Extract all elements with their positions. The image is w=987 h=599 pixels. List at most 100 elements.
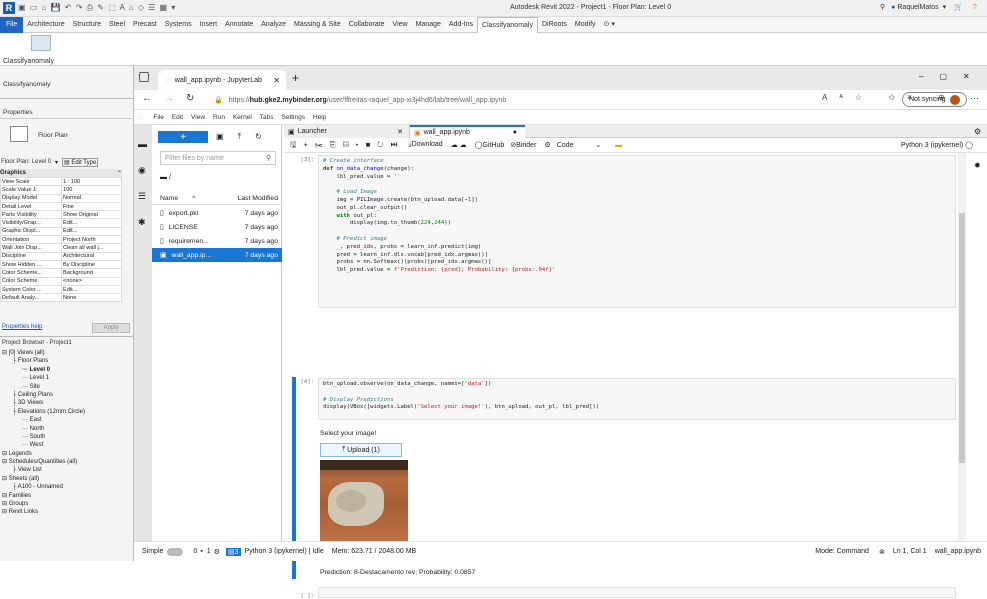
tree-item[interactable]: ├ View List bbox=[2, 466, 132, 474]
ribbon-tab[interactable]: Add-Ins bbox=[445, 17, 477, 33]
property-row[interactable]: Detail Level Fine bbox=[0, 201, 122, 212]
property-value[interactable]: By Discipline bbox=[61, 259, 122, 270]
code-cell-3[interactable]: # Create interface def on_data_change(ch… bbox=[318, 155, 956, 308]
revit-logo-icon[interactable]: R bbox=[3, 2, 15, 14]
tree-node-icon[interactable]: ··· bbox=[22, 426, 30, 432]
property-row[interactable]: Default Analy... None bbox=[0, 293, 122, 303]
filter-input[interactable]: Filter files by name ⚲ bbox=[160, 151, 276, 165]
empty-code-cell[interactable] bbox=[318, 587, 956, 598]
cursor-position[interactable]: Ln 1, Col 1 bbox=[893, 548, 927, 555]
tree-item[interactable]: ├ Elevations (12mm Circle) bbox=[2, 408, 132, 416]
folder-icon[interactable]: ▬ bbox=[138, 139, 147, 149]
new-tab-icon[interactable]: + bbox=[292, 71, 299, 85]
property-value[interactable]: Clean all wall j... bbox=[61, 243, 122, 253]
tree-item[interactable]: ··· Site bbox=[2, 383, 132, 391]
menu-item[interactable]: Help bbox=[309, 114, 330, 121]
ribbon-tab[interactable]: Insert bbox=[196, 17, 222, 33]
url-field[interactable]: 🔒 https://hub.gke2.mybinder.org/user/fff… bbox=[206, 92, 816, 108]
property-value[interactable]: Show Original bbox=[61, 210, 122, 220]
ribbon-tab[interactable]: File bbox=[0, 16, 24, 33]
tree-item[interactable]: ├ Ceiling Plans bbox=[2, 391, 132, 399]
gear-icon[interactable]: ⚙ bbox=[544, 141, 550, 149]
kernel-status[interactable]: Python 3 (ipykernel) | Idle bbox=[245, 548, 324, 555]
breadcrumb[interactable]: ▬ / bbox=[160, 174, 171, 181]
file-row[interactable]: ▣ wall_app.ip... 7 days ago bbox=[152, 248, 282, 262]
toolbar-icons[interactable]: 🖫+✂⎘▤▸■↻⏭ bbox=[290, 139, 404, 152]
tree-item[interactable]: ⊟ Families bbox=[2, 492, 132, 500]
tree-item[interactable]: ⊟ Sheets (all) bbox=[2, 475, 132, 483]
property-row[interactable]: Discipline Architectural bbox=[0, 251, 122, 261]
tree-node-icon[interactable]: ··· bbox=[22, 442, 30, 448]
window-controls[interactable]: –▢✕ bbox=[919, 72, 986, 81]
cell-type-select[interactable]: Code ⌄ bbox=[557, 141, 602, 149]
tree-item[interactable]: ··· South bbox=[2, 433, 132, 441]
ribbon-tab[interactable]: Modify bbox=[571, 17, 600, 33]
tree-item[interactable]: ├ A100 - Unnamed bbox=[2, 483, 132, 491]
property-row[interactable]: Orientation Project North bbox=[0, 235, 122, 245]
property-value[interactable]: Edit... bbox=[61, 226, 122, 237]
tree-item[interactable]: ⊟ [0] Views (all) bbox=[2, 349, 132, 357]
collapse-icon[interactable]: ⌃ bbox=[117, 170, 122, 177]
kernel-name[interactable]: Python 3 (ipykernel) ◯ bbox=[901, 141, 973, 149]
classify-button-icon[interactable] bbox=[31, 35, 51, 51]
more-icon[interactable]: ··· bbox=[970, 93, 979, 103]
running-icon[interactable]: ◉ bbox=[138, 165, 146, 176]
file-list-header[interactable]: Name ^ Last Modified bbox=[152, 193, 282, 205]
unsaved-dot-icon[interactable]: ● bbox=[513, 129, 517, 136]
file-row[interactable]: ▯ requiremen... 7 days ago bbox=[152, 234, 282, 248]
property-row[interactable]: Color Scheme... Background bbox=[0, 268, 122, 278]
property-value[interactable]: Edit... bbox=[61, 284, 122, 295]
close-icon[interactable]: ✕ bbox=[397, 128, 403, 136]
tree-node-icon[interactable]: ··· bbox=[22, 367, 30, 373]
help-icon[interactable]: ? bbox=[973, 4, 977, 11]
user-area[interactable]: ⚲ ● RaquelMatos ▾ 🛒 ? bbox=[880, 3, 977, 12]
apply-button[interactable]: Apply bbox=[92, 323, 130, 333]
scrollbar[interactable] bbox=[958, 153, 966, 541]
close-tab-icon[interactable]: ✕ bbox=[273, 76, 280, 85]
property-value[interactable]: Fine bbox=[61, 201, 122, 212]
menu-item[interactable]: Run bbox=[209, 114, 229, 121]
edit-type-button[interactable]: ▤ Edit Type bbox=[62, 157, 99, 167]
simple-mode-toggle[interactable] bbox=[167, 547, 184, 556]
property-row[interactable]: Color Scheme <none> bbox=[0, 276, 122, 286]
ribbon-tab[interactable]: Structure bbox=[69, 17, 105, 33]
file-actions-icons[interactable]: ▣⤒↻ bbox=[216, 132, 276, 142]
property-value[interactable]: None bbox=[61, 293, 122, 303]
github-button[interactable]: ◯GitHub bbox=[475, 141, 505, 149]
file-row[interactable]: ▯ export.pkl 7 days ago bbox=[152, 206, 282, 220]
ribbon-tab[interactable]: Precast bbox=[129, 17, 161, 33]
cart-icon[interactable]: 🛒 bbox=[954, 3, 963, 11]
tree-item[interactable]: ├ 3D Views bbox=[2, 399, 132, 407]
ribbon-tab[interactable]: Systems bbox=[161, 17, 196, 33]
file-row[interactable]: ▯ LICENSE 7 days ago bbox=[152, 220, 282, 234]
property-row[interactable]: View Scale 1 : 100 bbox=[0, 176, 122, 187]
properties-help-link[interactable]: Properties help bbox=[2, 324, 42, 330]
extension-icon[interactable]: ✱ bbox=[138, 217, 146, 228]
property-row[interactable]: Scale Value 1: 100 bbox=[0, 185, 122, 195]
property-row[interactable]: Show Hidden ... By Discipline bbox=[0, 259, 122, 270]
ribbon-tab[interactable]: Analyze bbox=[257, 17, 290, 33]
tree-item[interactable]: ··· Level 1 bbox=[2, 374, 132, 382]
tree-item[interactable]: ⊟ Revit Links bbox=[2, 508, 132, 516]
property-inspector-icon[interactable]: ⚙ bbox=[974, 127, 981, 136]
property-row[interactable]: Wall Join Disp... Clean all wall j... bbox=[0, 243, 122, 253]
ribbon-tab[interactable]: Steel bbox=[105, 17, 129, 33]
menu-item[interactable]: File bbox=[149, 114, 167, 121]
menu-item[interactable]: View bbox=[187, 114, 209, 121]
tree-item[interactable]: ··· North bbox=[2, 425, 132, 433]
property-value[interactable]: <none> bbox=[61, 276, 122, 286]
chevron-down-icon[interactable]: ▾ bbox=[55, 159, 58, 166]
property-row[interactable]: Parts Visibility Show Original bbox=[0, 210, 122, 220]
ribbon-extra-icon[interactable]: ⊙ ▾ bbox=[600, 17, 619, 33]
ribbon-tab[interactable]: Architecture bbox=[23, 17, 68, 33]
ribbon-tab[interactable]: Collaborate bbox=[345, 17, 389, 33]
sync-button[interactable]: Not syncing bbox=[902, 92, 967, 107]
tree-node-icon[interactable]: ⊟ bbox=[2, 451, 9, 457]
tab-actions-icon[interactable] bbox=[139, 72, 149, 82]
tree-item[interactable]: ⊟ Schedules/Quantities (all) bbox=[2, 458, 132, 466]
ribbon-tab[interactable]: Annotate bbox=[221, 17, 257, 33]
tree-node-icon[interactable]: ⊟ bbox=[2, 493, 9, 499]
upload-button[interactable]: ⤒ Upload (1) bbox=[320, 443, 402, 457]
menu-item[interactable]: Edit bbox=[168, 114, 187, 121]
binoculars-icon[interactable]: ⚲ bbox=[880, 3, 885, 11]
